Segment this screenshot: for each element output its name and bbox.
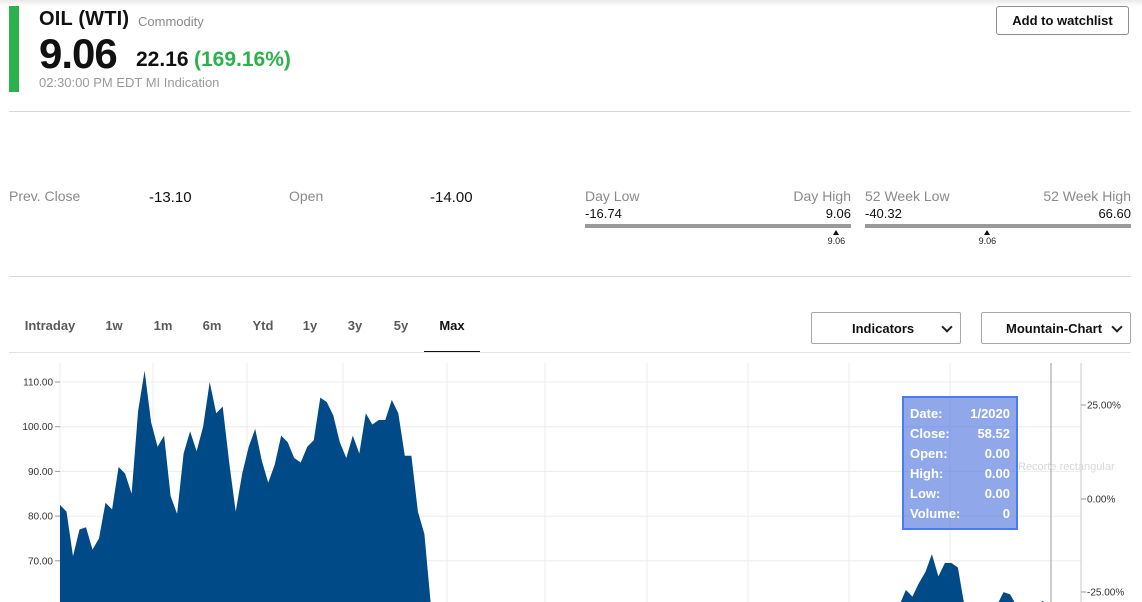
indicators-dropdown[interactable]: Indicators xyxy=(811,312,961,344)
tooltip-label: Close: xyxy=(910,426,950,441)
divider xyxy=(9,111,1131,112)
divider xyxy=(9,276,1131,277)
pct-tick-label: 25.00% xyxy=(1087,401,1121,412)
tab-ytd[interactable]: Ytd xyxy=(246,310,280,352)
day-range-marker: 9.06 xyxy=(826,230,846,247)
instrument-name: OIL (WTI) xyxy=(39,8,130,30)
price-area-series xyxy=(60,370,1049,602)
tooltip-value: 1/2020 xyxy=(970,406,1010,421)
tooltip-row: Close: 58.52 xyxy=(910,424,1010,444)
price-change-percent: (169.16%) xyxy=(194,48,291,71)
day-range: Day Low Day High -16.74 9.06 9.06 xyxy=(585,188,851,248)
tooltip-row: High: 0.00 xyxy=(910,464,1010,484)
y-tick-label: 110.00 xyxy=(23,378,53,389)
tooltip-label: Date: xyxy=(910,406,943,421)
week52-high-label: 52 Week High xyxy=(1043,188,1131,204)
tab-1w[interactable]: 1w xyxy=(99,310,129,352)
quote-timestamp: 02:30:00 PM EDT MI Indication xyxy=(39,75,220,90)
week52-low-label: 52 Week Low xyxy=(865,188,950,204)
tooltip-row: Date: 1/2020 xyxy=(910,404,1010,424)
y-tick-label: 80.00 xyxy=(28,512,53,523)
tooltip-value: 58.52 xyxy=(977,426,1010,441)
tab-max[interactable]: Max xyxy=(424,310,480,353)
tab-3y[interactable]: 3y xyxy=(342,310,368,352)
tooltip-label: Low: xyxy=(910,486,941,501)
tooltip-row: Volume: 0 xyxy=(910,504,1010,524)
day-high-value: 9.06 xyxy=(825,206,851,221)
chevron-down-icon xyxy=(1111,321,1123,333)
week52-current-value: 9.06 xyxy=(978,236,997,246)
day-high-label: Day High xyxy=(793,188,851,204)
tooltip-label: High: xyxy=(910,466,944,481)
indicators-label: Indicators xyxy=(852,321,915,336)
pct-tick-label: 0.00% xyxy=(1087,495,1115,506)
tooltip-row: Low: 0.00 xyxy=(910,484,1010,504)
y-tick-label: 70.00 xyxy=(28,556,53,567)
tab-5y[interactable]: 5y xyxy=(388,310,414,352)
week52-range-marker: 9.06 xyxy=(977,230,997,247)
tooltip-value: 0.00 xyxy=(984,486,1010,501)
last-price: 9.06 xyxy=(39,30,118,77)
week52-low-value: -40.32 xyxy=(865,206,902,221)
ghost-overlay-text: Recorte rectangular xyxy=(1018,461,1115,473)
tooltip-value: 0 xyxy=(1002,506,1010,521)
top-shadow xyxy=(0,0,1142,6)
open-label: Open xyxy=(289,188,324,204)
y-tick-label: 100.00 xyxy=(22,422,53,433)
y-tick-label: 90.00 xyxy=(28,467,53,478)
tooltip-row: Open: 0.00 xyxy=(910,444,1010,464)
prev-close-label: Prev. Close xyxy=(9,188,81,204)
add-to-watchlist-button[interactable]: Add to watchlist xyxy=(996,6,1129,35)
day-range-bar xyxy=(585,224,851,228)
day-low-value: -16.74 xyxy=(585,206,622,221)
week52-range-bar xyxy=(865,224,1131,228)
tooltip-value: 0.00 xyxy=(984,466,1010,481)
instrument-type: Commodity xyxy=(138,14,204,29)
week52-high-value: 66.60 xyxy=(1098,206,1131,221)
week52-range: 52 Week Low 52 Week High -40.32 66.60 9.… xyxy=(865,188,1131,248)
chart-type-label: Mountain-Chart xyxy=(1006,321,1103,336)
pct-tick-label: -25.00% xyxy=(1087,588,1124,599)
tab-1m[interactable]: 1m xyxy=(148,310,178,352)
tooltip-label: Open: xyxy=(910,446,948,461)
prev-close-value: -13.10 xyxy=(149,189,192,206)
day-current-value: 9.06 xyxy=(827,236,846,246)
price-change: 22.16 xyxy=(136,48,189,71)
tab-intraday[interactable]: Intraday xyxy=(17,310,83,352)
tab-1y[interactable]: 1y xyxy=(297,310,323,352)
tooltip-value: 0.00 xyxy=(984,446,1010,461)
tooltip-label: Volume: xyxy=(910,506,961,521)
chart-tooltip: Date: 1/2020 Close: 58.52 Open: 0.00 High: 0.00… xyxy=(902,396,1018,530)
day-low-label: Day Low xyxy=(585,188,640,204)
chevron-down-icon xyxy=(941,321,953,333)
chart-type-dropdown[interactable]: Mountain-Chart xyxy=(981,312,1131,344)
tabs-divider xyxy=(9,352,1131,353)
open-value: -14.00 xyxy=(430,189,473,206)
tab-6m[interactable]: 6m xyxy=(197,310,227,352)
trend-accent-bar xyxy=(9,6,19,92)
